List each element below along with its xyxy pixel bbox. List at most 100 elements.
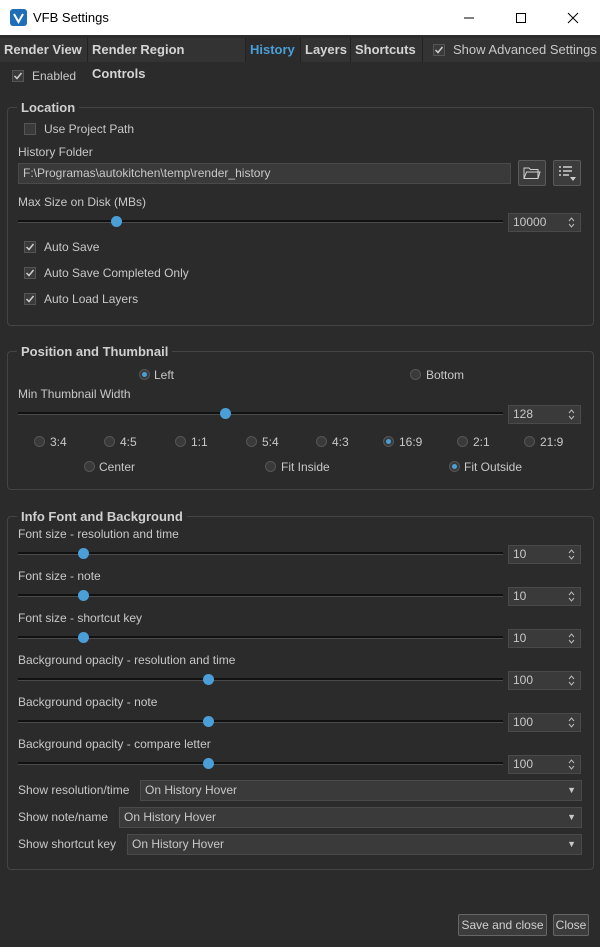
show-note-label: Show note/name [18, 810, 109, 824]
enabled-checkbox[interactable] [12, 70, 24, 82]
show-note-select[interactable]: On History Hover ▼ [119, 807, 582, 828]
font-size-note-label: Font size - note [18, 569, 101, 583]
min-thumbnail-width-slider-handle[interactable] [220, 408, 231, 419]
aspect-4-5-radio[interactable] [104, 436, 115, 447]
aspect-3-4-radio[interactable] [34, 436, 45, 447]
bg-opacity-note-label: Background opacity - note [18, 695, 158, 709]
history-folder-input[interactable]: F:\Programas\autokitchen\temp\render_his… [18, 163, 511, 184]
enabled-label: Enabled [32, 69, 77, 83]
spin-arrows-icon [568, 717, 575, 728]
position-bottom-radio[interactable] [410, 369, 421, 380]
spin-arrows-icon [568, 759, 575, 770]
spin-arrows-icon [568, 409, 575, 420]
auto-save-label: Auto Save [44, 240, 100, 254]
min-thumbnail-width-spinbox[interactable]: 128 [508, 405, 581, 424]
chevron-down-icon: ▼ [567, 812, 576, 822]
spin-arrows-icon [568, 591, 575, 602]
font-size-shortcut-slider-handle[interactable] [78, 632, 89, 643]
font-size-shortcut-slider-track[interactable] [18, 636, 503, 639]
aspect-3-4-label: 3:4 [50, 435, 67, 449]
show-shortcut-select[interactable]: On History Hover ▼ [127, 834, 582, 855]
show-advanced-settings[interactable]: Show Advanced Settings [423, 38, 600, 62]
bg-opacity-compare-letter-slider-handle[interactable] [203, 758, 214, 769]
font-size-resolution-slider-track[interactable] [18, 552, 503, 555]
show-advanced-label: Show Advanced Settings [453, 42, 597, 57]
bg-opacity-compare-letter-label: Background opacity - compare letter [18, 737, 211, 751]
font-size-resolution-spinbox[interactable]: 10 [508, 545, 581, 564]
aspect-16-9-label: 16:9 [399, 435, 423, 449]
aspect-4-5-label: 4:5 [120, 435, 137, 449]
close-button[interactable]: Close [553, 914, 589, 936]
position-left-radio[interactable] [139, 369, 150, 380]
minimize-button[interactable] [446, 0, 492, 35]
chevron-down-icon: ▼ [567, 839, 576, 849]
auto-save-checkbox[interactable] [24, 241, 36, 253]
font-size-note-slider-track[interactable] [18, 594, 503, 597]
tab-history[interactable]: History [246, 38, 301, 62]
aspect-2-1-label: 2:1 [473, 435, 490, 449]
min-thumbnail-width-slider-track[interactable] [18, 412, 503, 415]
tab-render-view[interactable]: Render View [0, 38, 88, 62]
spin-arrows-icon [568, 675, 575, 686]
info-font-background-title: Info Font and Background [17, 509, 187, 524]
fit-inside-radio[interactable] [265, 461, 276, 472]
browse-folder-button[interactable] [518, 160, 546, 186]
aspect-5-4-radio[interactable] [246, 436, 257, 447]
aspect-4-3-radio[interactable] [316, 436, 327, 447]
fit-outside-radio[interactable] [449, 461, 460, 472]
bg-opacity-compare-letter-slider-track[interactable] [18, 762, 503, 765]
bg-opacity-note-slider-handle[interactable] [203, 716, 214, 727]
aspect-1-1-radio[interactable] [175, 436, 186, 447]
font-size-note-slider-handle[interactable] [78, 590, 89, 601]
aspect-21-9-radio[interactable] [524, 436, 535, 447]
chevron-down-icon: ▼ [567, 785, 576, 795]
title-bar: VFB Settings [0, 0, 600, 35]
fit-center-radio[interactable] [84, 461, 95, 472]
max-size-slider-handle[interactable] [111, 216, 122, 227]
auto-load-layers-label: Auto Load Layers [44, 292, 139, 306]
font-size-resolution-slider-handle[interactable] [78, 548, 89, 559]
show-resolution-select[interactable]: On History Hover ▼ [140, 780, 582, 801]
fit-center-label: Center [99, 460, 136, 474]
window-title: VFB Settings [33, 10, 109, 25]
max-size-spinbox[interactable]: 10000 [508, 213, 581, 232]
bg-opacity-resolution-spinbox[interactable]: 100 [508, 671, 581, 690]
auto-save-completed-checkbox[interactable] [24, 267, 36, 279]
show-shortcut-label: Show shortcut key [18, 837, 117, 851]
history-list-menu-button[interactable] [553, 160, 581, 186]
bg-opacity-resolution-slider-handle[interactable] [203, 674, 214, 685]
folder-icon [523, 167, 541, 179]
vray-logo-icon [10, 9, 27, 26]
font-size-resolution-label: Font size - resolution and time [18, 527, 179, 541]
aspect-16-9-radio[interactable] [383, 436, 394, 447]
auto-load-layers-checkbox[interactable] [24, 293, 36, 305]
show-advanced-checkbox[interactable] [433, 44, 445, 56]
auto-save-completed-label: Auto Save Completed Only [44, 266, 189, 280]
max-size-label: Max Size on Disk (MBs) [18, 195, 147, 209]
history-folder-label: History Folder [18, 145, 93, 159]
tab-render-region-controls[interactable]: Render Region Controls [88, 38, 246, 81]
aspect-1-1-label: 1:1 [191, 435, 208, 449]
spin-arrows-icon [568, 549, 575, 560]
use-project-path-checkbox[interactable] [24, 123, 36, 135]
maximize-button[interactable] [498, 0, 544, 35]
bg-opacity-note-spinbox[interactable]: 100 [508, 713, 581, 732]
position-left-label: Left [154, 368, 175, 382]
bg-opacity-resolution-slider-track[interactable] [18, 678, 503, 681]
font-size-shortcut-spinbox[interactable]: 10 [508, 629, 581, 648]
max-size-slider-track[interactable] [18, 220, 503, 223]
fit-inside-label: Fit Inside [281, 460, 330, 474]
bg-opacity-resolution-label: Background opacity - resolution and time [18, 653, 236, 667]
font-size-shortcut-label: Font size - shortcut key [18, 611, 143, 625]
tab-shortcuts[interactable]: Shortcuts [351, 38, 423, 62]
bg-opacity-compare-letter-spinbox[interactable]: 100 [508, 755, 581, 774]
aspect-2-1-radio[interactable] [457, 436, 468, 447]
aspect-4-3-label: 4:3 [332, 435, 349, 449]
bg-opacity-note-slider-track[interactable] [18, 720, 503, 723]
font-size-note-spinbox[interactable]: 10 [508, 587, 581, 606]
fit-outside-label: Fit Outside [464, 460, 523, 474]
close-window-button[interactable] [550, 0, 596, 35]
save-and-close-button[interactable]: Save and close [458, 914, 547, 936]
tab-layers[interactable]: Layers [301, 38, 351, 62]
location-title: Location [17, 100, 80, 115]
